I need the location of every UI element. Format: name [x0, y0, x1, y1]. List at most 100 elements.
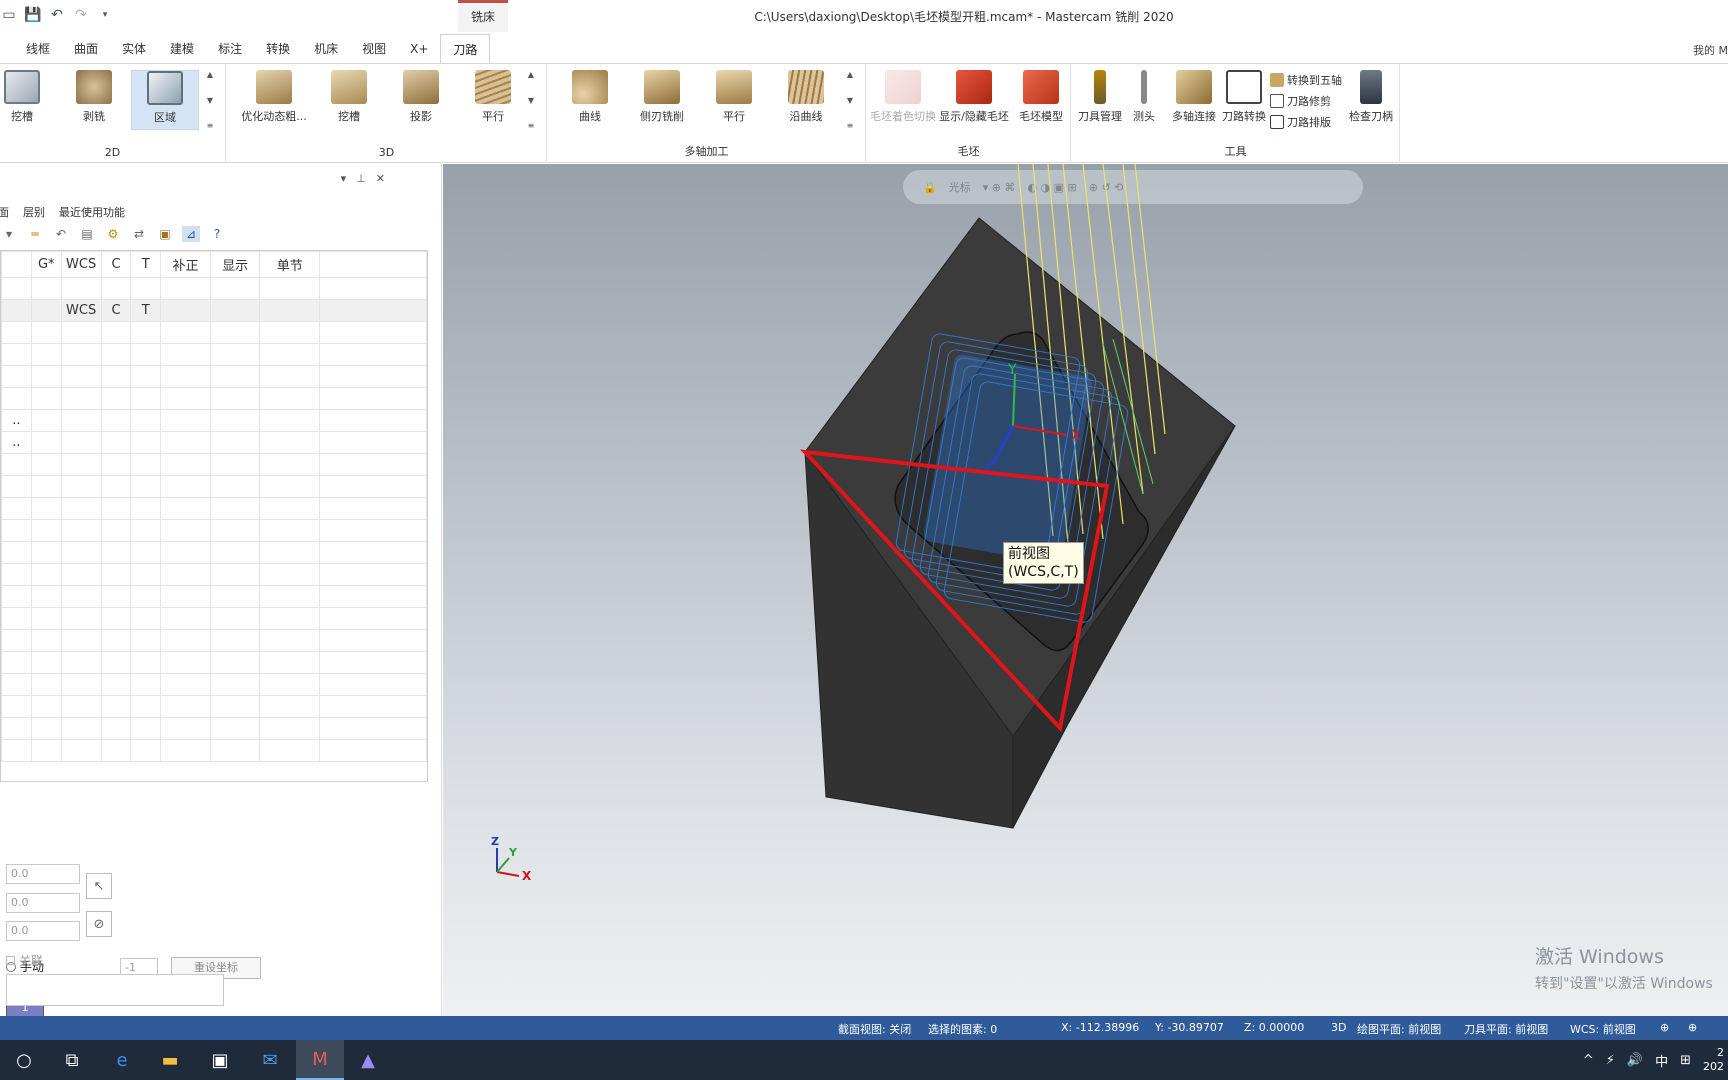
table-row[interactable] [1, 365, 427, 388]
trim-toolpath-button[interactable]: 刀路修剪 [1270, 91, 1331, 111]
graphics-viewport[interactable]: 🔒 光标 ▾ ⊕ ⌘ ◐ ◑ ▣ ⊞ ⊕ ↺ ⟲ Y X Z Z Y X 前视图… [443, 164, 1728, 1016]
table-row[interactable] [1, 673, 427, 696]
panel-menu-icon[interactable]: ▾ [341, 172, 347, 185]
check-holder-button[interactable]: 检查刀柄 [1342, 70, 1400, 130]
nesting-button[interactable]: 刀路排版 [1270, 112, 1331, 132]
select-origin-button[interactable]: ↖ [86, 873, 112, 899]
ime-indicator[interactable]: 中 [1655, 1051, 1668, 1070]
tab-view[interactable]: 视图 [350, 34, 398, 64]
stock-shading-toggle-button[interactable]: 毛坯着色切换 [867, 70, 939, 130]
table-row[interactable] [1, 651, 427, 674]
grid-header-name[interactable] [1, 251, 32, 278]
tab-surfaces[interactable]: 曲面 [62, 34, 110, 64]
edge-browser-icon[interactable]: e [98, 1040, 146, 1080]
grid-header-wcs[interactable]: WCS [60, 251, 102, 278]
table-row[interactable]: WCS C T [1, 299, 427, 322]
table-row[interactable] [1, 475, 427, 498]
table-row[interactable] [1, 343, 427, 366]
grid-header-offset[interactable]: 补正 [160, 251, 211, 278]
table-row[interactable] [1, 519, 427, 542]
grid-header-t[interactable]: T [130, 251, 162, 278]
toolpath-transform-button[interactable]: 刀路转换 [1216, 70, 1272, 130]
globe-icon[interactable]: ⊕ [1660, 1021, 1669, 1034]
tab-machine[interactable]: 机床 [302, 34, 350, 64]
tab-toolpaths[interactable]: 刀路 [440, 34, 491, 65]
mail-icon[interactable]: ✉ [246, 1040, 294, 1080]
gallery-scroll-multiaxis[interactable]: ▲ ▼ ≡ [844, 70, 856, 130]
table-row[interactable] [1, 717, 427, 740]
toggle-icon[interactable]: ⇄ [130, 226, 148, 242]
table-row[interactable] [1, 695, 427, 718]
report-icon[interactable]: ▤ [78, 226, 96, 242]
associate-checkbox[interactable]: 关联 [6, 952, 43, 969]
multiaxis-linking-button[interactable]: 多轴连接 [1166, 70, 1222, 130]
save-icon[interactable]: 💾 [24, 6, 42, 24]
project-button[interactable]: 投影 [387, 70, 455, 130]
tab-wireframe[interactable]: 线框 [0, 34, 62, 64]
table-row[interactable]: .. [1, 409, 427, 432]
globe-icon-2[interactable]: ⊕ [1688, 1021, 1697, 1034]
parallel-3d-button[interactable]: 平行 [459, 70, 527, 130]
tab-xplus[interactable]: X+ [398, 34, 440, 64]
settings-gear-icon[interactable]: ⚙ [104, 226, 122, 242]
clear-origin-button[interactable]: ⊘ [86, 911, 112, 937]
curve-button[interactable]: 曲线 [556, 70, 624, 130]
customize-qat-icon[interactable]: ▾ [96, 6, 114, 24]
grid-header-c[interactable]: C [100, 251, 132, 278]
task-view-icon[interactable]: ⧉ [48, 1040, 96, 1080]
post-icon[interactable]: ▣ [156, 226, 174, 242]
origin-x-input[interactable]: 0.0 [6, 864, 80, 884]
table-row[interactable] [1, 387, 427, 410]
origin-z-input[interactable]: 0.0 [6, 921, 80, 941]
grid-header-block[interactable]: 单节 [259, 251, 320, 278]
close-icon[interactable]: ✕ [376, 172, 385, 185]
start-search-icon[interactable]: ○ [0, 1040, 48, 1080]
clock[interactable]: 2 202 [1703, 1046, 1724, 1074]
section-view-status[interactable]: 截面视图: 关闭 [838, 1021, 911, 1037]
gallery-scroll-2d[interactable]: ▲ ▼ ≡ [204, 70, 216, 130]
optirough-button[interactable]: 优化动态粗... [233, 70, 315, 130]
area-mill-button[interactable]: 区域 [131, 70, 199, 130]
pocket-3d-button[interactable]: 挖槽 [315, 70, 383, 130]
table-row[interactable] [1, 607, 427, 630]
tab-model-prep[interactable]: 建模 [158, 34, 206, 64]
table-row[interactable] [1, 585, 427, 608]
table-row[interactable] [1, 321, 427, 344]
cplane-status[interactable]: 绘图平面: 前视图 [1357, 1021, 1441, 1037]
planes-icon[interactable]: ⊿ [182, 226, 200, 242]
select-all-icon[interactable]: ▾ [0, 226, 18, 242]
stock-model-button[interactable]: 毛坯模型 [1007, 70, 1075, 130]
file-explorer-icon[interactable]: ▬ [146, 1040, 194, 1080]
along-curve-button[interactable]: 沿曲线 [772, 70, 840, 130]
regenerate-icon[interactable]: ═ [26, 226, 44, 242]
subtab-recent-functions[interactable]: 最近使用功能 [59, 202, 125, 222]
store-icon[interactable]: ▣ [196, 1040, 244, 1080]
mode-3d-toggle[interactable]: 3D [1331, 1021, 1346, 1034]
show-hide-stock-button[interactable]: 显示/隐藏毛坯 [937, 70, 1011, 130]
pocket-2d-button[interactable]: 挖槽 [0, 70, 56, 130]
redo-icon[interactable]: ↷ [72, 6, 90, 24]
pin-icon[interactable]: ⊥ [356, 172, 366, 185]
peel-mill-button[interactable]: 剥铣 [60, 70, 128, 130]
tplane-status[interactable]: 刀具平面: 前视图 [1464, 1021, 1548, 1037]
subtab-levels[interactable]: 层别 [23, 202, 45, 222]
table-row[interactable] [1, 739, 427, 762]
grid-header-gstar[interactable]: G* [30, 251, 62, 278]
comment-textarea[interactable] [6, 974, 224, 1006]
app-taskbar-icon[interactable]: ▲ [344, 1040, 392, 1080]
wcs-status[interactable]: WCS: 前视图 [1570, 1021, 1636, 1037]
tab-solids[interactable]: 实体 [110, 34, 158, 64]
tab-transform[interactable]: 转换 [254, 34, 302, 64]
grid-header-display[interactable]: 显示 [209, 251, 261, 278]
undo-icon[interactable]: ↶ [48, 6, 66, 24]
table-row[interactable] [1, 541, 427, 564]
subtab-toolpaths[interactable]: 面 [0, 202, 9, 222]
table-row[interactable] [1, 277, 427, 300]
table-row[interactable] [1, 629, 427, 652]
network-icon[interactable]: ⚡ [1606, 1053, 1615, 1068]
table-row[interactable]: .. [1, 431, 427, 454]
volume-icon[interactable]: 🔊 [1627, 1053, 1643, 1068]
input-mode-icon[interactable]: ⊞ [1680, 1053, 1691, 1068]
mastercam-taskbar-icon[interactable]: M [296, 1040, 344, 1080]
swarf-button[interactable]: 侧刃铣削 [628, 70, 696, 130]
